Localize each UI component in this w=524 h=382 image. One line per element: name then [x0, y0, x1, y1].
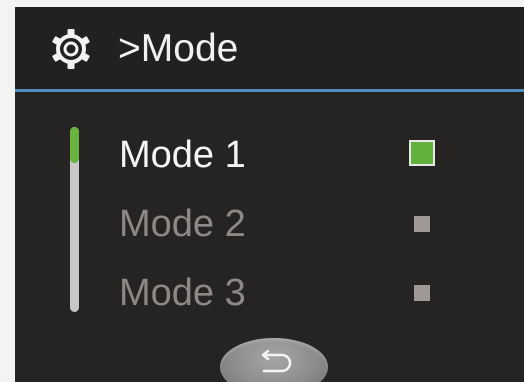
mode-option-1[interactable]: Mode 1 — [115, 128, 455, 182]
return-arrow-icon — [261, 350, 292, 373]
back-button[interactable] — [220, 338, 328, 382]
mode-option-3[interactable]: Mode 3 — [115, 266, 455, 320]
mode-option-2[interactable]: Mode 2 — [115, 197, 455, 251]
mode-checkbox[interactable] — [414, 285, 430, 301]
mode-checkbox-selected[interactable] — [409, 140, 435, 166]
mode-checkbox[interactable] — [414, 216, 430, 232]
scrollbar[interactable] — [70, 127, 79, 312]
scroll-thumb[interactable] — [70, 127, 79, 163]
page-title: >Mode — [118, 27, 239, 70]
gear-icon — [52, 29, 90, 69]
header-bar: >Mode — [15, 7, 524, 89]
header-divider — [15, 89, 524, 92]
mode-label: Mode 3 — [119, 272, 246, 314]
mode-label: Mode 2 — [119, 203, 246, 245]
screen: >Mode Mode 1 Mode 2 Mode 3 — [15, 7, 524, 382]
mode-label: Mode 1 — [119, 134, 246, 176]
